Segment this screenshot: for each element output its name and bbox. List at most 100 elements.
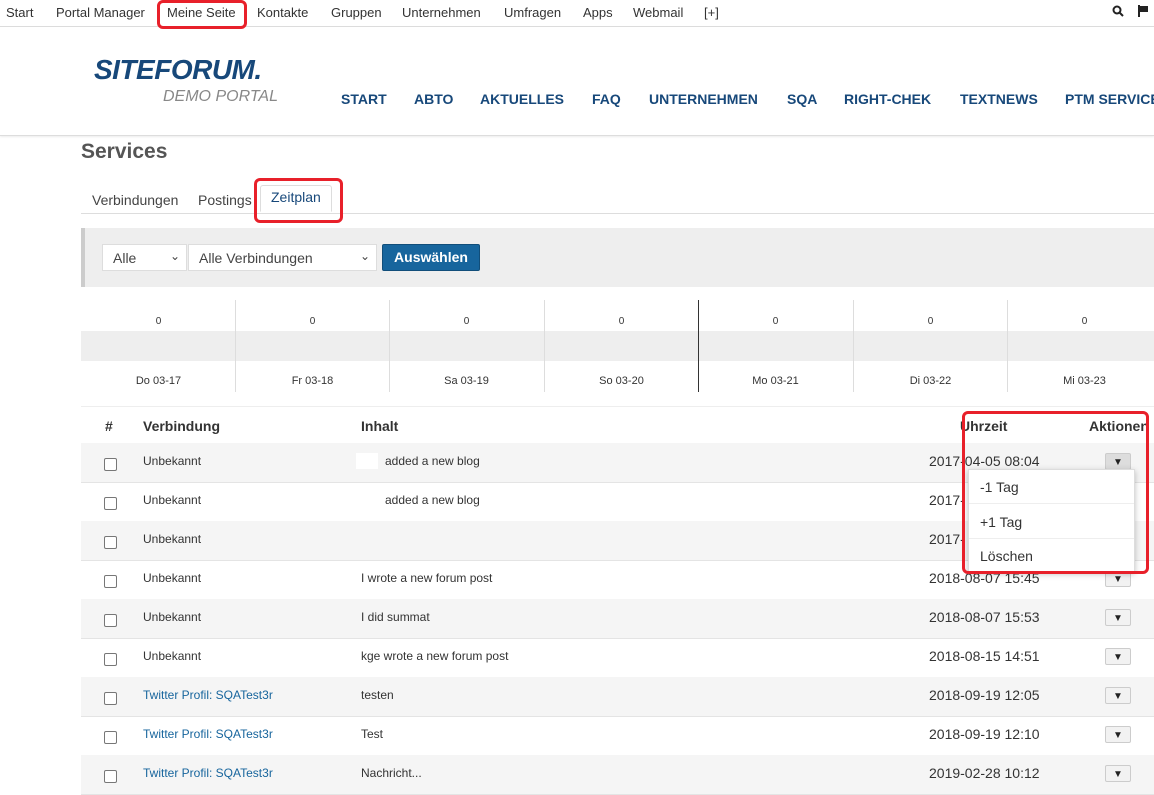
row-checkbox[interactable] bbox=[104, 458, 117, 471]
tab-postings[interactable]: Postings bbox=[198, 192, 252, 208]
row-content: kge wrote a new forum post bbox=[361, 649, 509, 663]
timeline-count: 0 bbox=[927, 316, 934, 327]
topnav-start[interactable]: Start bbox=[6, 5, 33, 20]
row-time: 2018-08-15 14:51 bbox=[929, 648, 1040, 664]
chevron-down-icon: ▼ bbox=[1113, 769, 1123, 780]
column-header-connection: Verbindung bbox=[143, 418, 220, 434]
topnav-unternehmen[interactable]: Unternehmen bbox=[402, 5, 481, 20]
row-connection: Unbekannt bbox=[143, 493, 202, 507]
row-actions-button[interactable]: ▼ bbox=[1105, 648, 1131, 665]
row-connection: Unbekannt bbox=[143, 532, 202, 546]
topnav-apps[interactable]: Apps bbox=[583, 5, 613, 20]
row-time: 2018-09-19 12:10 bbox=[929, 726, 1040, 742]
row-content: Nachricht... bbox=[361, 766, 422, 780]
connection-select-value: Alle Verbindungen bbox=[199, 250, 313, 266]
row-content: I did summat bbox=[361, 610, 430, 624]
nav-unternehmen[interactable]: UNTERNEHMEN bbox=[649, 91, 758, 107]
row-checkbox[interactable] bbox=[104, 731, 117, 744]
row-checkbox[interactable] bbox=[104, 497, 117, 510]
timeline-count: 0 bbox=[772, 316, 779, 327]
topnav-gruppen[interactable]: Gruppen bbox=[331, 5, 382, 20]
topnav-more[interactable]: [+] bbox=[704, 5, 719, 20]
topnav-webmail[interactable]: Webmail bbox=[633, 5, 683, 20]
table-row: Unbekannt kge wrote a new forum post 201… bbox=[81, 638, 1154, 678]
site-logo-subtitle: DEMO PORTAL bbox=[163, 88, 278, 105]
row-checkbox[interactable] bbox=[104, 536, 117, 549]
nav-ptm-service[interactable]: PTM SERVICE bbox=[1065, 91, 1154, 107]
chevron-down-icon: ▼ bbox=[1113, 574, 1123, 585]
row-content: Test bbox=[361, 727, 384, 741]
column-header-number: # bbox=[105, 418, 113, 434]
services-tabs: Verbindungen Postings Zeitplan bbox=[81, 185, 1154, 214]
column-header-content: Inhalt bbox=[361, 418, 399, 434]
flag-icon[interactable] bbox=[1138, 5, 1148, 20]
redacted-block bbox=[356, 453, 378, 469]
timeline-count: 0 bbox=[155, 316, 162, 327]
row-connection: Unbekannt bbox=[143, 454, 202, 468]
row-checkbox[interactable] bbox=[104, 653, 117, 666]
timeline-count: 0 bbox=[463, 316, 470, 327]
chevron-down-icon: ▼ bbox=[1113, 613, 1123, 624]
row-connection-link[interactable]: Twitter Profil: SQATest3r bbox=[143, 727, 273, 741]
row-time: 2019-02-28 10:12 bbox=[929, 765, 1040, 781]
nav-right-chek[interactable]: RIGHT-CHEK bbox=[844, 91, 931, 107]
row-connection-link[interactable]: Twitter Profil: SQATest3r bbox=[143, 766, 273, 780]
row-content: added a new blog bbox=[385, 454, 480, 468]
row-content: added a new blog bbox=[385, 493, 480, 507]
row-actions-button[interactable]: ▼ bbox=[1105, 765, 1131, 782]
connection-select[interactable]: Alle Verbindungen ⌄ bbox=[188, 244, 377, 271]
site-logo[interactable]: SITEFORUM. bbox=[94, 54, 262, 86]
row-actions-button[interactable]: ▼ bbox=[1105, 726, 1131, 743]
chevron-down-icon: ⌄ bbox=[359, 249, 370, 263]
nav-abto[interactable]: ABTO bbox=[414, 91, 453, 107]
row-checkbox[interactable] bbox=[104, 692, 117, 705]
highlight-actions-menu bbox=[962, 411, 1149, 574]
zoom-icon[interactable] bbox=[1112, 5, 1125, 20]
highlight-zeitplan bbox=[254, 178, 343, 223]
row-connection: Unbekannt bbox=[143, 649, 202, 663]
row-actions-button[interactable]: ▼ bbox=[1105, 687, 1131, 704]
page-title: Services bbox=[81, 140, 168, 163]
topnav-umfragen[interactable]: Umfragen bbox=[504, 5, 561, 20]
row-time: 2018-09-19 12:05 bbox=[929, 687, 1040, 703]
timeline-date: Do 03-17 bbox=[135, 375, 182, 387]
chevron-down-icon: ▼ bbox=[1113, 730, 1123, 741]
row-connection-link[interactable]: Twitter Profil: SQATest3r bbox=[143, 688, 273, 702]
nav-textnews[interactable]: TEXTNEWS bbox=[960, 91, 1038, 107]
select-button[interactable]: Auswählen bbox=[382, 244, 480, 271]
timeline-date: So 03-20 bbox=[599, 375, 644, 387]
nav-start[interactable]: START bbox=[341, 91, 387, 107]
row-content: testen bbox=[361, 688, 394, 702]
topnav-portal-manager[interactable]: Portal Manager bbox=[56, 5, 145, 20]
highlight-meine-seite bbox=[157, 0, 247, 29]
table-row: Twitter Profil: SQATest3r Nachricht... 2… bbox=[81, 755, 1154, 795]
chevron-down-icon: ▼ bbox=[1113, 691, 1123, 702]
row-time: 2017- bbox=[929, 531, 965, 547]
row-checkbox[interactable] bbox=[104, 614, 117, 627]
filter-bar: Alle ⌄ Alle Verbindungen ⌄ Auswählen bbox=[81, 228, 1154, 287]
tab-verbindungen[interactable]: Verbindungen bbox=[92, 192, 178, 208]
type-select[interactable]: Alle ⌄ bbox=[102, 244, 187, 271]
nav-sqa[interactable]: SQA bbox=[787, 91, 817, 107]
table-row: Twitter Profil: SQATest3r testen 2018-09… bbox=[81, 677, 1154, 717]
row-connection: Unbekannt bbox=[143, 610, 202, 624]
row-actions-button[interactable]: ▼ bbox=[1105, 609, 1131, 626]
nav-aktuelles[interactable]: AKTUELLES bbox=[480, 91, 564, 107]
chevron-down-icon: ▼ bbox=[1113, 652, 1123, 663]
row-content: I wrote a new forum post bbox=[361, 571, 493, 585]
timeline-date: Fr 03-18 bbox=[291, 375, 334, 387]
row-time: 2017- bbox=[929, 492, 965, 508]
timeline-date: Mi 03-23 bbox=[1063, 375, 1106, 387]
chevron-down-icon: ⌄ bbox=[169, 249, 180, 263]
topnav-kontakte[interactable]: Kontakte bbox=[257, 5, 308, 20]
table-row: Twitter Profil: SQATest3r Test 2018-09-1… bbox=[81, 716, 1154, 756]
row-time: 2018-08-07 15:53 bbox=[929, 609, 1040, 625]
row-checkbox[interactable] bbox=[104, 575, 117, 588]
site-header: SITEFORUM. DEMO PORTAL START ABTO AKTUEL… bbox=[0, 27, 1154, 136]
table-row: Unbekannt I did summat 2018-08-07 15:53 … bbox=[81, 599, 1154, 639]
row-checkbox[interactable] bbox=[104, 770, 117, 783]
nav-faq[interactable]: FAQ bbox=[592, 91, 621, 107]
timeline-date: Sa 03-19 bbox=[444, 375, 489, 387]
schedule-timeline: 0 0 0 0 0 0 0 Do 03-17 Fr 03-18 Sa 03-19… bbox=[81, 300, 1154, 392]
row-connection: Unbekannt bbox=[143, 571, 202, 585]
